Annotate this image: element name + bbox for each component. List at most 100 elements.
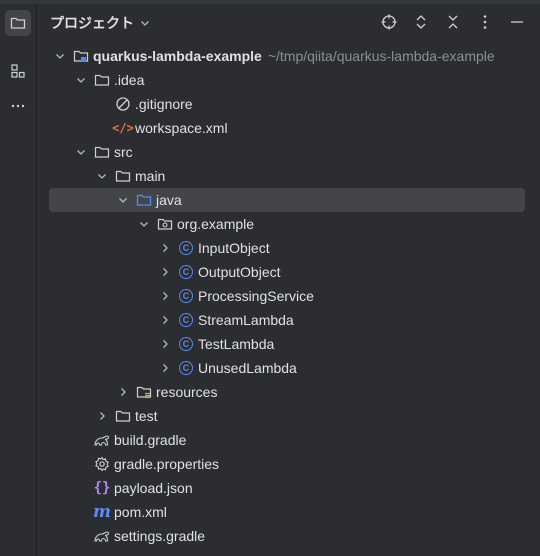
panel-title-dropdown[interactable]: プロジェクト bbox=[50, 13, 152, 33]
tree-node-label: OutputObject bbox=[198, 264, 281, 280]
chevron-right-icon bbox=[121, 388, 126, 396]
tree-node[interactable]: resources bbox=[37, 380, 540, 404]
tree-node-label: .idea bbox=[114, 72, 145, 88]
expand-toggle[interactable] bbox=[73, 72, 89, 88]
tree-node[interactable]: C InputObject bbox=[37, 236, 540, 260]
tree-node[interactable]: C TestLambda bbox=[37, 332, 540, 356]
tree-node[interactable]: build.gradle bbox=[37, 428, 540, 452]
hide-panel-button[interactable] bbox=[506, 12, 528, 32]
chevron-down-icon bbox=[77, 150, 85, 155]
json-file-icon: {} bbox=[93, 480, 111, 496]
folder-icon bbox=[10, 17, 26, 29]
chevron-right-icon bbox=[163, 292, 168, 300]
xml-file-icon: </> bbox=[112, 121, 134, 135]
tree-node-label: pom.xml bbox=[114, 504, 167, 520]
tree-node[interactable]: gradle.properties bbox=[37, 452, 540, 476]
panel-title: プロジェクト bbox=[50, 15, 134, 31]
tree-node[interactable]: java bbox=[37, 188, 540, 212]
tree-node[interactable]: src bbox=[37, 140, 540, 164]
chevron-right-icon bbox=[163, 268, 168, 276]
ignored-file-icon bbox=[114, 95, 132, 113]
expand-toggle[interactable] bbox=[115, 384, 131, 400]
collapse-icon bbox=[448, 15, 458, 29]
tree-node-label: quarkus-lambda-example bbox=[93, 48, 262, 64]
structure-tool-button[interactable] bbox=[5, 58, 31, 84]
class-icon: C bbox=[177, 311, 195, 329]
tree-node-label: TestLambda bbox=[198, 336, 275, 352]
tree-node[interactable]: {} payload.json bbox=[37, 476, 540, 500]
collapse-all-button[interactable] bbox=[442, 12, 464, 32]
structure-icon bbox=[11, 64, 25, 78]
project-panel: プロジェクト quarkus-lambda-example ~/tmp/qiit… bbox=[37, 4, 540, 556]
expand-toggle[interactable] bbox=[157, 312, 173, 328]
select-opened-file-button[interactable] bbox=[378, 12, 400, 32]
tree-node-label: .gitignore bbox=[135, 96, 193, 112]
expand-toggle[interactable] bbox=[136, 216, 152, 232]
tree-node[interactable]: C ProcessingService bbox=[37, 284, 540, 308]
expand-toggle[interactable] bbox=[157, 288, 173, 304]
expand-toggle[interactable] bbox=[52, 48, 68, 64]
tree-node[interactable]: m pom.xml bbox=[37, 500, 540, 524]
tree-node-label: resources bbox=[156, 384, 218, 400]
tool-window-rail bbox=[0, 4, 37, 556]
expand-toggle[interactable] bbox=[157, 240, 173, 256]
chevron-right-icon bbox=[163, 364, 168, 372]
class-icon: C bbox=[177, 263, 195, 281]
tree-node[interactable]: .gitignore bbox=[37, 92, 540, 116]
resources-folder-icon bbox=[135, 383, 153, 401]
class-icon: C bbox=[177, 359, 195, 377]
tree-node-label: org.example bbox=[177, 216, 255, 232]
tree-node[interactable]: settings.gradle bbox=[37, 524, 540, 548]
maven-icon: m bbox=[93, 502, 111, 522]
project-tool-button[interactable] bbox=[5, 10, 31, 36]
panel-toolbar bbox=[378, 12, 528, 32]
expand-all-button[interactable] bbox=[410, 12, 432, 32]
gradle-icon bbox=[93, 431, 111, 449]
expand-toggle[interactable] bbox=[157, 336, 173, 352]
panel-header: プロジェクト bbox=[37, 4, 540, 40]
expand-icon bbox=[416, 15, 426, 29]
expand-toggle[interactable] bbox=[94, 408, 110, 424]
tree-node[interactable]: test bbox=[37, 404, 540, 428]
tree-node-label: src bbox=[114, 144, 133, 160]
chevron-down-icon bbox=[98, 174, 106, 179]
module-folder-icon bbox=[72, 47, 90, 65]
chevron-right-icon bbox=[100, 412, 105, 420]
source-folder-icon bbox=[135, 191, 153, 209]
tree-node[interactable]: main bbox=[37, 164, 540, 188]
properties-icon bbox=[93, 455, 111, 473]
tree-node[interactable]: C UnusedLambda bbox=[37, 356, 540, 380]
tree-node[interactable]: .idea bbox=[37, 68, 540, 92]
folder-icon bbox=[93, 71, 111, 89]
expand-toggle[interactable] bbox=[94, 168, 110, 184]
expand-toggle[interactable] bbox=[157, 360, 173, 376]
class-icon: C bbox=[177, 287, 195, 305]
class-icon: C bbox=[177, 239, 195, 257]
tree-node[interactable]: quarkus-lambda-example ~/tmp/qiita/quarku… bbox=[37, 44, 540, 68]
chevron-down-icon bbox=[119, 198, 127, 203]
tree-node[interactable]: C StreamLambda bbox=[37, 308, 540, 332]
more-tools-button[interactable] bbox=[5, 93, 31, 119]
tree-node-label: build.gradle bbox=[114, 432, 187, 448]
tree-node-label: test bbox=[135, 408, 158, 424]
chevron-down-icon bbox=[56, 54, 64, 59]
chevron-down-icon bbox=[77, 78, 85, 83]
tree-node-label: workspace.xml bbox=[135, 120, 228, 136]
expand-toggle[interactable] bbox=[157, 264, 173, 280]
tree-node[interactable]: C OutputObject bbox=[37, 260, 540, 284]
gradle-icon bbox=[93, 527, 111, 545]
expand-toggle[interactable] bbox=[73, 144, 89, 160]
expand-toggle[interactable] bbox=[115, 192, 131, 208]
tree-node[interactable]: org.example bbox=[37, 212, 540, 236]
tree-node-label: payload.json bbox=[114, 480, 193, 496]
tree-node-label: java bbox=[156, 192, 182, 208]
tree-node[interactable]: </> workspace.xml bbox=[37, 116, 540, 140]
options-button[interactable] bbox=[474, 12, 496, 32]
chevron-right-icon bbox=[163, 244, 168, 252]
tree-node-label: gradle.properties bbox=[114, 456, 220, 472]
